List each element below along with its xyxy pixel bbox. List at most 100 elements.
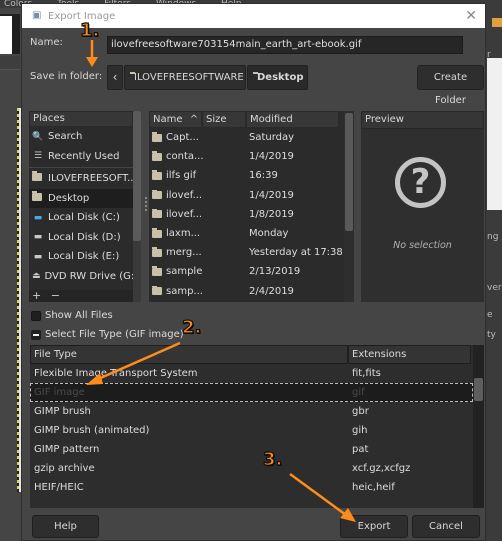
folder-icon [32,190,44,204]
path-button-ilovefreesoftware[interactable]: ILOVEFREESOFTWARE [124,65,246,90]
path-button-label: ILOVEFREESOFTWARE [134,72,244,83]
pane-resize-handle[interactable] [145,197,147,211]
folder-icon [152,228,162,238]
scrollbar-thumb[interactable] [345,113,353,231]
path-button-label: Desktop [257,72,304,83]
file-modified: 1/4/2019 [249,189,294,201]
column-name[interactable]: Name ^ [149,111,202,128]
background-color-swatch [0,16,12,54]
path-button-desktop[interactable]: Desktop [247,65,308,90]
add-bookmark-button[interactable]: + [32,289,41,302]
file-type-extensions: gif [352,387,365,398]
scrollbar-thumb[interactable] [133,111,141,241]
file-type-row[interactable]: GIMP pattern pat [30,440,473,459]
file-type-name: GIMP brush (animated) [34,425,150,436]
file-type-extensions: pat [352,444,369,455]
file-name: Capt... [166,132,199,144]
folder-icon [152,189,162,200]
preview-pane: Preview ? No selection [361,111,484,302]
search-icon: 🔍 [32,131,44,142]
export-image-dialog: ▣ Export Image ✕ Name: ilovefreesoftware… [21,3,486,541]
show-all-files-checkbox[interactable]: Show All Files [31,310,113,321]
places-separator [29,167,133,168]
file-type-extensions: heic,heif [352,482,395,493]
file-name: ilovef... [166,208,203,220]
file-type-row[interactable]: GIMP brush gbr [30,402,473,421]
file-modified: 16:39 [249,170,278,182]
file-type-scrollbar[interactable] [473,345,484,508]
name-label: Name: [30,37,63,48]
file-list-header: Name ^ Size Modified [149,111,344,128]
folder-icon [152,247,162,257]
path-back-button[interactable]: ‹ [107,65,123,90]
file-row[interactable]: ilovef... 1/4/2019 [149,186,344,205]
file-type-row[interactable]: gzip archive xcf.gz,xcfgz [30,459,473,478]
preview-empty-text: No selection [393,240,452,251]
file-name: sample [166,266,203,278]
places-item-local-disk-d[interactable]: ▬ Local Disk (D:) [29,228,133,248]
folder-icon [32,171,44,184]
file-name: samp... [166,285,203,297]
file-modified: Yesterday at 17:38 [249,247,343,259]
create-folder-button[interactable]: Create Folder [417,65,484,106]
filename-input[interactable]: ilovefreesoftware703154main_earth_art-eb… [107,36,463,54]
places-item-recently-used[interactable]: ☰ Recently Used [29,147,133,167]
file-type-row[interactable]: GIF image gif [30,383,473,402]
file-name: conta... [166,151,204,163]
file-type-row[interactable]: Flexible Image Transport System fit,fits [30,364,473,383]
file-row[interactable]: samp... 2/4/2019 [149,282,344,301]
places-scrollbar[interactable] [133,111,141,302]
recent-icon: ☰ [33,151,43,162]
file-modified: Monday [249,228,289,240]
column-file-type[interactable]: File Type [30,345,348,364]
file-row[interactable]: ilfs gif 16:39 [149,166,344,185]
column-modified[interactable]: Modified [246,111,339,128]
help-button[interactable]: Help [32,515,99,538]
select-file-type-expander[interactable]: Select File Type (GIF image) [31,329,184,340]
file-modified: 1/8/2019 [249,208,294,220]
close-icon[interactable]: ✕ [465,8,477,24]
file-type-list-header: File Type Extensions [30,345,473,364]
background-ruler [0,56,20,70]
folder-icon [152,151,162,161]
file-row[interactable]: merg... Yesterday at 17:38 [149,243,344,262]
file-name: ilfs gif [166,170,197,182]
export-button[interactable]: Export [340,515,408,538]
file-row[interactable]: conta... 1/4/2019 [149,147,344,166]
drive-icon: ▬ [33,251,43,262]
cancel-button[interactable]: Cancel [412,515,480,538]
places-footer: + − [29,290,133,302]
file-type-extensions: gih [352,425,368,436]
file-type-row[interactable]: HEIF/HEIC heic,heif [30,478,473,497]
places-item-desktop[interactable]: Desktop [29,188,133,208]
file-type-name: gzip archive [34,463,95,474]
checkbox[interactable] [31,310,41,321]
column-extensions[interactable]: Extensions [348,345,471,364]
places-item-ilovefreesoftware[interactable]: ILOVEFREESOFT... [29,169,133,189]
places-item-dvd-drive[interactable]: ⏏ DVD RW Drive (G:) [29,267,133,287]
remove-bookmark-button[interactable]: − [51,289,60,302]
file-row[interactable]: Capt... Saturday [149,128,344,147]
file-row[interactable]: ilovef... 1/8/2019 [149,205,344,224]
folder-icon [152,208,162,219]
file-row[interactable]: laxm... Monday [149,224,344,243]
file-list-scrollbar[interactable] [344,111,354,302]
places-header: Places [29,111,133,127]
places-item-local-disk-e[interactable]: ▬ Local Disk (E:) [29,247,133,267]
places-item-local-disk-c[interactable]: ▬ Local Disk (C:) [29,208,133,228]
folder-icon [152,285,162,296]
file-row[interactable]: sample 2/13/2019 [149,262,344,281]
background-dock-text: ty [487,330,496,340]
question-icon: ? [395,157,446,208]
file-type-name: GIF image [34,387,85,398]
show-all-files-label: Show All Files [45,310,113,321]
collapse-icon[interactable] [31,329,41,340]
background-dock-text: r [487,50,491,60]
background-dock-preview [487,58,502,210]
scrollbar-thumb[interactable] [474,378,483,401]
places-item-search[interactable]: 🔍 Search [29,127,133,147]
column-size[interactable]: Size [202,111,246,128]
file-modified: 1/4/2019 [249,151,294,163]
file-type-row[interactable]: GIMP brush (animated) gih [30,421,473,440]
file-name: ilovef... [166,189,203,201]
